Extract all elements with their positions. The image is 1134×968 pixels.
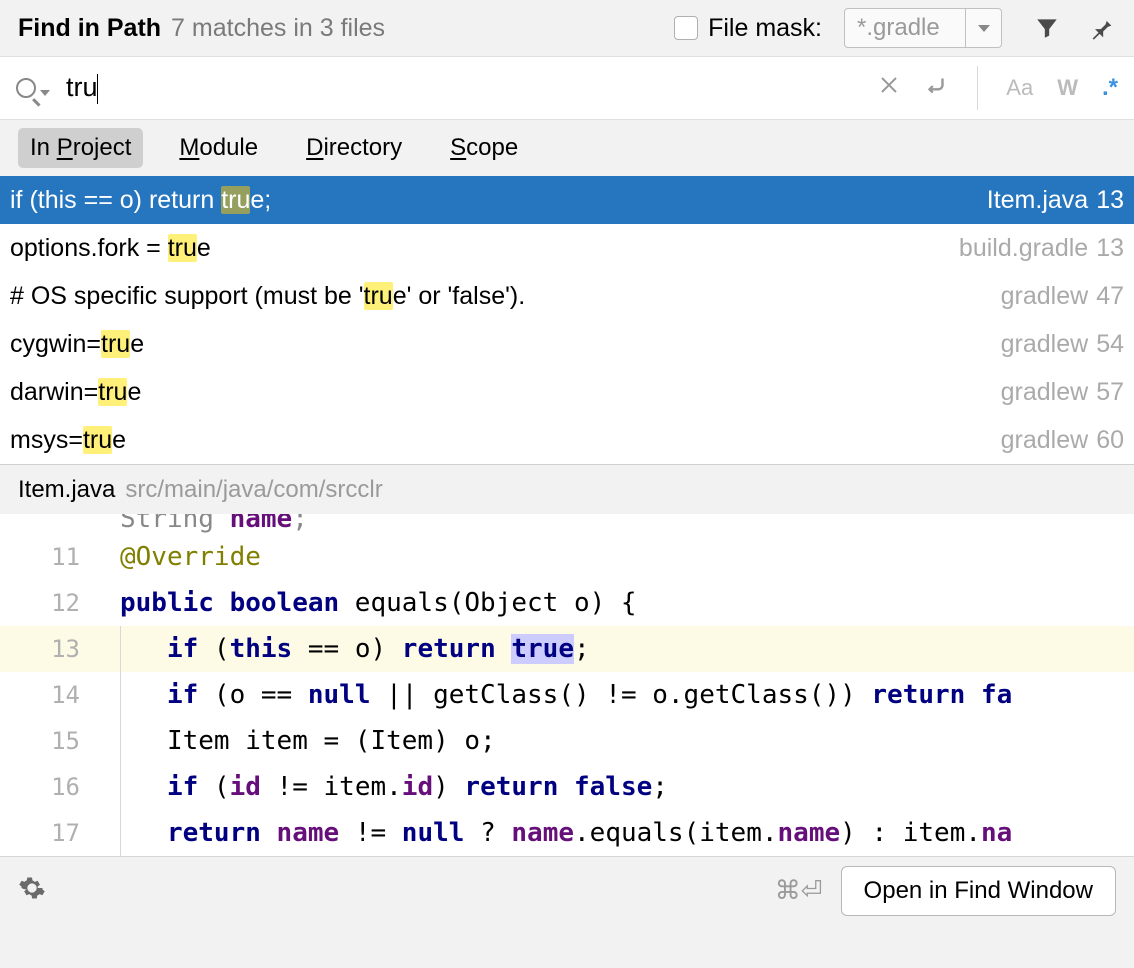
results-list: if (this == o) return true;Item.java13op… <box>0 176 1134 464</box>
file-mask-checkbox[interactable] <box>674 16 698 40</box>
result-file: gradlew <box>1001 282 1089 311</box>
result-row[interactable]: cygwin=truegradlew54 <box>0 320 1134 368</box>
search-history-button[interactable] <box>16 78 50 98</box>
dialog-title: Find in Path <box>18 14 161 43</box>
divider <box>977 66 978 110</box>
preview-filename: Item.java <box>18 476 115 504</box>
keyboard-shortcut: ⌘⏎ <box>775 876 823 906</box>
result-row[interactable]: options.fork = truebuild.gradle 13 <box>0 224 1134 272</box>
file-mask-label: File mask: <box>708 14 822 43</box>
filter-icon[interactable] <box>1034 15 1060 41</box>
dialog-header: Find in Path 7 matches in 3 files File m… <box>0 0 1134 56</box>
line-number: 12 <box>0 589 96 617</box>
open-in-find-window-button[interactable]: Open in Find Window <box>841 866 1116 916</box>
line-number: 13 <box>0 635 96 663</box>
result-text: darwin=true <box>10 378 1001 407</box>
result-file: gradlew <box>1001 378 1089 407</box>
line-number: 14 <box>0 681 96 709</box>
result-file: build.gradle <box>959 234 1088 263</box>
code-preview[interactable]: 10 String name; 11 @Override 12 public b… <box>0 514 1134 856</box>
result-line: 13 <box>1096 186 1124 215</box>
file-mask-group: File mask: *.gradle <box>674 8 1002 48</box>
result-line: 13 <box>1096 234 1124 263</box>
whole-words-toggle[interactable]: W <box>1057 75 1078 101</box>
scope-tabs: In Project Module Directory Scope <box>0 120 1134 176</box>
line-number: 17 <box>0 819 96 847</box>
chevron-down-icon[interactable] <box>965 8 1001 48</box>
tab-in-project[interactable]: In Project <box>18 128 143 168</box>
preview-path: src/main/java/com/srcclr <box>125 476 382 504</box>
result-file: gradlew <box>1001 330 1089 359</box>
regex-toggle[interactable]: .* <box>1102 74 1118 102</box>
result-row[interactable]: if (this == o) return true;Item.java 13 <box>0 176 1134 224</box>
result-line: 60 <box>1096 426 1124 455</box>
tab-module[interactable]: Module <box>167 128 270 168</box>
result-line: 47 <box>1096 282 1124 311</box>
pin-icon[interactable] <box>1088 14 1116 42</box>
result-line: 54 <box>1096 330 1124 359</box>
clear-icon[interactable] <box>879 74 899 102</box>
search-input[interactable]: tru <box>66 72 98 104</box>
tab-directory[interactable]: Directory <box>294 128 414 168</box>
file-mask-dropdown[interactable]: *.gradle <box>844 8 1002 48</box>
gear-icon[interactable] <box>18 874 46 907</box>
result-file: Item.java <box>987 186 1088 215</box>
search-bar: tru Aa W .* <box>0 56 1134 120</box>
result-row[interactable]: msys=truegradlew60 <box>0 416 1134 464</box>
result-file: gradlew <box>1001 426 1089 455</box>
result-row[interactable]: # OS specific support (must be 'true' or… <box>0 272 1134 320</box>
result-row[interactable]: darwin=truegradlew57 <box>0 368 1134 416</box>
result-text: if (this == o) return true; <box>10 186 987 215</box>
result-text: cygwin=true <box>10 330 1001 359</box>
result-text: # OS specific support (must be 'true' or… <box>10 282 1001 311</box>
tab-scope[interactable]: Scope <box>438 128 530 168</box>
preview-header: Item.java src/main/java/com/srcclr <box>0 464 1134 514</box>
result-text: options.fork = true <box>10 234 959 263</box>
dialog-footer: ⌘⏎ Open in Find Window <box>0 856 1134 924</box>
line-number: 15 <box>0 727 96 755</box>
result-line: 57 <box>1096 378 1124 407</box>
chevron-down-icon <box>40 90 50 96</box>
newline-icon[interactable] <box>923 72 949 105</box>
match-count: 7 matches in 3 files <box>171 14 385 43</box>
file-mask-value: *.gradle <box>845 14 965 42</box>
result-text: msys=true <box>10 426 1001 455</box>
line-number: 11 <box>0 543 96 571</box>
match-case-toggle[interactable]: Aa <box>1006 75 1033 101</box>
line-number: 16 <box>0 773 96 801</box>
search-icon <box>16 78 36 98</box>
